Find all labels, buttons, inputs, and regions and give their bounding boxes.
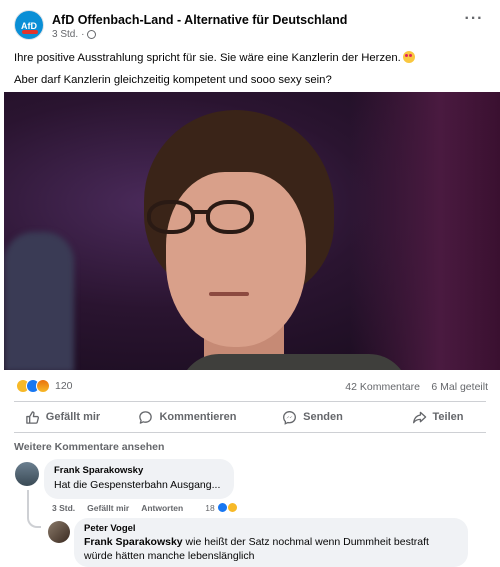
comment-reaction-count: 18 (205, 502, 215, 513)
send-button[interactable]: Senden (250, 403, 375, 431)
photo-mouth (209, 292, 249, 296)
share-button[interactable]: Teilen (375, 403, 500, 431)
like-button-label: Gefällt mir (45, 411, 101, 423)
photo-jacket (179, 354, 409, 370)
shares-count-link[interactable]: 6 Mal geteilt (431, 381, 488, 393)
post-meta: 3 Std. · (52, 29, 97, 40)
share-icon (412, 411, 426, 423)
comment-button[interactable]: Kommentieren (125, 403, 250, 431)
avatar[interactable] (48, 521, 70, 543)
photo-bg-figure (4, 232, 74, 370)
angry-reaction-icon (36, 379, 50, 393)
divider (14, 401, 486, 402)
comment-like-button[interactable]: Gefällt mir (87, 503, 129, 513)
like-button[interactable]: Gefällt mir (0, 403, 125, 431)
post-actions: Gefällt mir Kommentieren Senden Teilen (0, 403, 500, 431)
share-button-label: Teilen (432, 411, 464, 423)
post-time-link[interactable]: 3 Std. (52, 29, 78, 40)
page-name-link[interactable]: AfD Offenbach-Land - Alternative für Deu… (52, 13, 347, 27)
post-text: Ihre positive Ausstrahlung spricht für s… (14, 50, 484, 94)
post-text-line-2: Aber darf Kanzlerin gleichzeitig kompete… (14, 74, 332, 86)
avatar-arrow-shape (22, 30, 38, 34)
post-text-line-1: Ihre positive Ausstrahlung spricht für s… (14, 50, 484, 67)
reactions-summary[interactable]: 120 (16, 379, 73, 393)
more-options-button[interactable]: ··· (462, 11, 486, 32)
page-avatar[interactable]: AfD (14, 10, 44, 40)
post-stats: 120 42 Kommentare 6 Mal geteilt (0, 372, 500, 398)
comments-count-link[interactable]: 42 Kommentare (345, 381, 420, 393)
avatar[interactable] (15, 462, 39, 486)
heart-eyes-emoji-icon (402, 51, 415, 63)
comment-icon (139, 410, 153, 424)
post-text-line-1-content: Ihre positive Ausstrahlung spricht für s… (14, 52, 401, 64)
comment-meta: 3 Std. Gefällt mir Antworten 18 (52, 502, 238, 513)
photo-glasses-bridge (193, 210, 208, 214)
post-photo[interactable] (4, 92, 500, 370)
reply-text: Frank Sparakowsky wie heißt der Satz noc… (84, 536, 458, 563)
comment-bubble: Frank Sparakowsky Hat die Gespensterbahn… (44, 459, 234, 499)
reply-author-link[interactable]: Peter Vogel (84, 523, 458, 534)
meta-separator: · (81, 29, 85, 40)
comment-button-label: Kommentieren (159, 411, 237, 423)
photo-face (166, 172, 306, 347)
comment-reply-button[interactable]: Antworten (141, 503, 183, 513)
photo-glasses-right (206, 200, 254, 234)
comment-time-link[interactable]: 3 Std. (52, 503, 75, 513)
photo-glasses-left (147, 200, 195, 234)
view-more-comments-link[interactable]: Weitere Kommentare ansehen (14, 441, 164, 453)
photo-bg-light (350, 92, 500, 370)
reply-thread-line (27, 490, 41, 528)
comment-reactions[interactable]: 18 (205, 502, 238, 513)
reply-mention-link[interactable]: Frank Sparakowsky (84, 536, 183, 548)
globe-icon (87, 30, 97, 39)
reply-bubble: Peter Vogel Frank Sparakowsky wie heißt … (74, 518, 468, 567)
reaction-count: 120 (55, 380, 73, 392)
divider (14, 432, 486, 433)
send-button-label: Senden (303, 411, 343, 423)
haha-reaction-icon (226, 502, 238, 513)
post-header: AfD AfD Offenbach-Land - Alternative für… (0, 0, 500, 44)
comment-text: Hat die Gespensterbahn Ausgang... (54, 479, 221, 491)
messenger-icon (283, 410, 297, 425)
thumbs-up-icon (26, 410, 39, 424)
comment-author-link[interactable]: Frank Sparakowsky (54, 465, 224, 476)
